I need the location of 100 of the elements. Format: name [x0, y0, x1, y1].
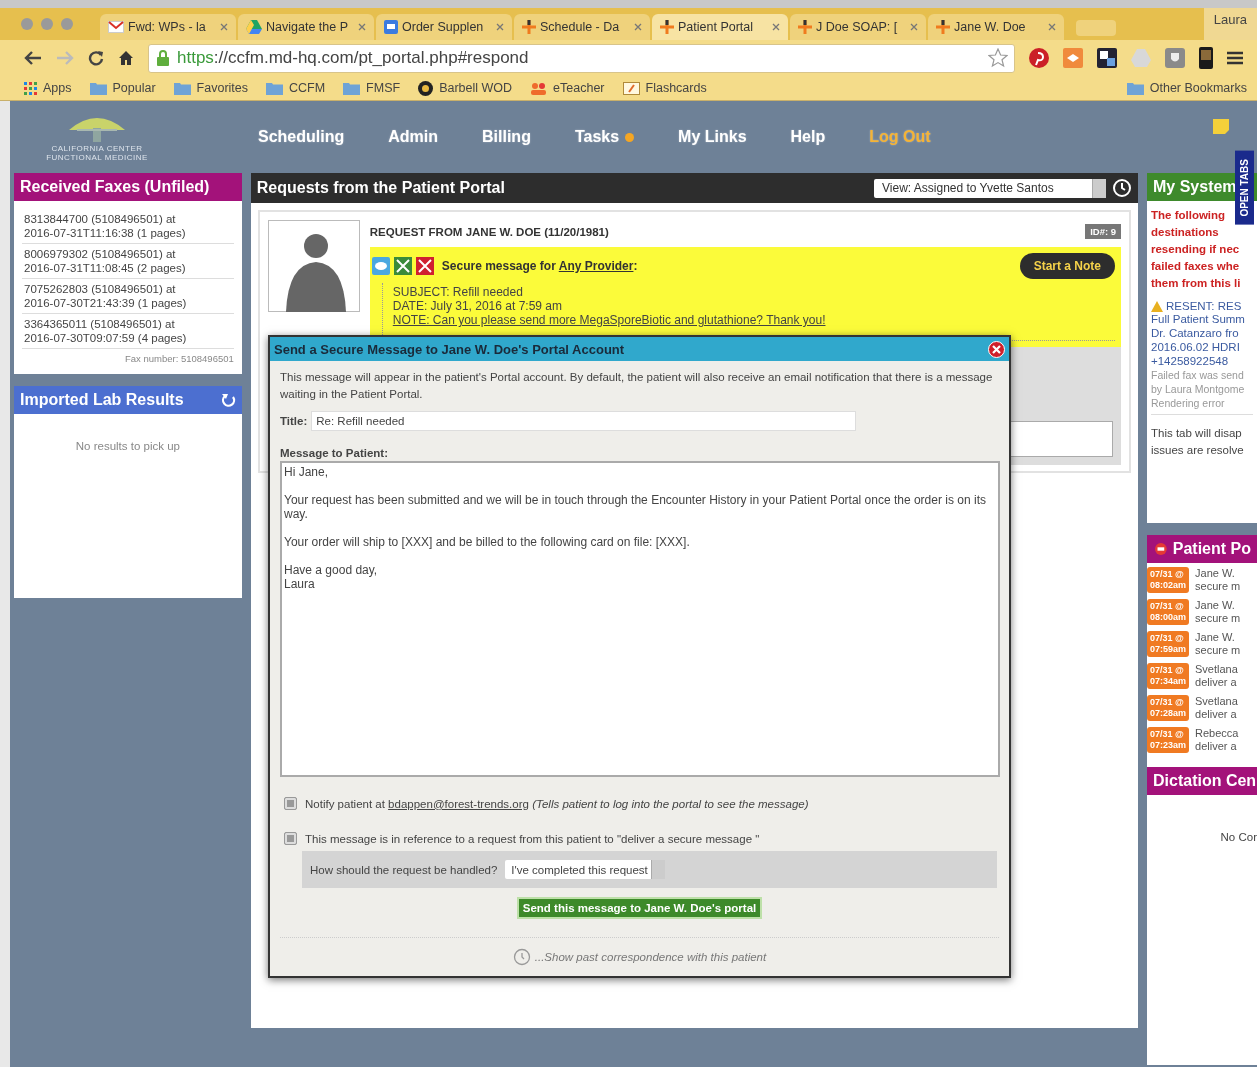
fax-item[interactable]: 8313844700 (5108496501) at 2016-07-31T11:16:38 (1 pages) [22, 209, 234, 244]
checkbox[interactable] [284, 797, 297, 810]
nav-link[interactable]: Admin [388, 128, 438, 146]
home-icon[interactable] [118, 50, 134, 66]
notify-label: Notify patient at bdappen@forest-trends.org (Tells patient to log into the portal to see the message) [305, 797, 809, 810]
portal-item[interactable]: 07/31 @ 07:59am Jane W. secure m [1147, 627, 1257, 659]
portal-item-text: Rebecca deliver a [1195, 727, 1239, 753]
profile-button[interactable]: Laura [1203, 8, 1257, 40]
reference-label: This message is in reference to a request from this patient to "deliver a secure message " [305, 832, 760, 845]
portal-item[interactable]: 07/31 @ 07:34am Svetlana deliver a [1147, 659, 1257, 691]
bookmark[interactable]: Barbell WOD [418, 80, 513, 96]
approve-icon[interactable] [393, 257, 412, 275]
email-link[interactable]: bdappen@forest-trends.org [388, 797, 529, 810]
dialog-title: Send a Secure Message to Jane W. Doe's Portal Account [274, 341, 625, 357]
portal-item-text: Jane W. secure m [1195, 567, 1241, 593]
view-select[interactable]: View: Assigned to Yvette Santos [874, 178, 1106, 198]
refresh-icon[interactable] [220, 392, 236, 408]
bookmark[interactable]: Other Bookmarks [1126, 81, 1247, 95]
browser-tab[interactable]: Order Supplen [376, 14, 512, 40]
bookmark[interactable]: Popular [89, 81, 156, 95]
portal-item[interactable]: 07/31 @ 08:00am Jane W. secure m [1147, 595, 1257, 627]
field-label: How should the request be handled? [310, 863, 498, 876]
start-note-button[interactable]: Start a Note [1019, 253, 1115, 279]
close-icon[interactable] [358, 23, 366, 31]
close-icon[interactable] [496, 23, 504, 31]
browser-tab[interactable]: Fwd: WPs - la [100, 14, 236, 40]
fax-item[interactable]: 8006979302 (5108496501) at 2016-07-31T11:08:45 (2 pages) [22, 244, 234, 279]
portal-item[interactable]: 07/31 @ 08:02am Jane W. secure m [1147, 563, 1257, 595]
nav-link[interactable]: My Links [678, 128, 747, 146]
address-bar[interactable]: https://ccfm.md-hq.com/pt_portal.php#respond [148, 43, 1015, 73]
portal-item-text: Svetlana deliver a [1195, 695, 1238, 721]
bookmark[interactable]: eTeacher [530, 81, 605, 95]
close-icon[interactable] [1048, 23, 1056, 31]
close-icon[interactable] [772, 23, 780, 31]
resent-detail: Full Patient Summ Dr. Catanzaro fro 2016.06.02 HDRI +14258922548 [1151, 312, 1246, 368]
browser-tab[interactable]: Patient Portal [652, 14, 788, 40]
nav-link[interactable]: Help [790, 128, 826, 146]
field-label: Title: [280, 415, 308, 427]
browser-tab[interactable]: Schedule - Da [514, 14, 650, 40]
time-badge: 07/31 @ 07:59am [1147, 631, 1190, 657]
dialog-intro: This message will appear in the patient's Portal account. By default, the patient will also receive an email notification that there is a message waiting in the Patient Portal. [280, 370, 994, 402]
close-icon[interactable] [220, 23, 228, 31]
people-icon [530, 81, 548, 95]
bookmark[interactable]: CCFM [266, 81, 326, 95]
open-tabs-tab[interactable]: OPEN TABS [1235, 151, 1254, 225]
browser-tab[interactable]: J Doe SOAP: [ [790, 14, 926, 40]
bookmark[interactable]: Flashcards [622, 81, 707, 95]
bookmark[interactable]: Favorites [173, 81, 248, 95]
checkbox[interactable] [284, 832, 297, 845]
message-subject: SUBJECT: Refill needed [392, 285, 524, 299]
field-label: Message to Patient: [280, 447, 389, 459]
reject-icon[interactable] [415, 257, 434, 275]
reply-field[interactable] [1009, 421, 1113, 457]
portal-item-text: Svetlana deliver a [1195, 663, 1238, 689]
resent-title: RESENT: RES [1166, 300, 1242, 312]
fax-number: Fax number: 5108496501 [124, 352, 234, 366]
info-text: This tab will disap issues are resolve [1151, 426, 1245, 458]
send-button[interactable]: Send this message to Jane W. Doe's portal [516, 897, 763, 919]
chat-icon[interactable] [371, 257, 390, 275]
browser-tab[interactable]: Navigate the P [238, 14, 374, 40]
handling-select[interactable]: I've completed this request [505, 860, 666, 879]
mail-icon [108, 21, 124, 33]
back-icon[interactable] [24, 51, 42, 65]
past-correspondence-link[interactable]: ...Show past correspondence with this patient [534, 951, 767, 963]
sticky-note-icon[interactable] [1213, 119, 1229, 134]
message-label: Secure message for Any Provider: [441, 259, 639, 273]
resent-error: Failed fax was send by Laura Montgome Rendering error [1151, 368, 1253, 415]
portal-item[interactable]: 07/31 @ 07:28am Svetlana deliver a [1147, 691, 1257, 723]
nav-link[interactable]: Tasks [574, 128, 635, 146]
star-icon[interactable] [988, 48, 1008, 68]
panel-title: Requests from the Patient Portal [256, 179, 506, 197]
empty-message: No Cor [1219, 830, 1257, 843]
provider-link[interactable]: Any Provider [558, 259, 634, 273]
reload-icon[interactable] [88, 50, 104, 66]
nav-link[interactable]: Billing [482, 128, 531, 146]
message-field[interactable]: Hi Jane, Your request has been submitted and we will be in touch through the Encounter History in your Patient Portal once the order is on its way. Your order will ship to [XXX] and be billed to the following card on file: [XXX]. Have a good day, Laura [280, 461, 1000, 777]
extension-icon[interactable] [1063, 48, 1083, 68]
close-icon[interactable] [634, 23, 642, 31]
shield-icon[interactable] [1165, 48, 1185, 68]
message-date: DATE: July 31, 2016 at 7:59 am [392, 299, 563, 313]
lock-icon [157, 50, 169, 66]
title-field[interactable]: Re: Refill needed [311, 411, 857, 431]
notification-dot [625, 133, 635, 142]
close-icon[interactable] [910, 23, 918, 31]
folder-icon [1126, 81, 1144, 95]
document-icon [384, 20, 398, 34]
fax-item[interactable]: 3364365011 (5108496501) at 2016-07-30T09:07:59 (4 pages) [22, 314, 234, 349]
bookmark[interactable]: Apps [24, 81, 72, 95]
fax-item[interactable]: 7075262803 (5108496501) at 2016-07-30T21:43:39 (1 pages) [22, 279, 234, 314]
folder-icon [89, 81, 107, 95]
menu-icon[interactable] [1227, 51, 1243, 65]
pin-icon[interactable] [1029, 48, 1049, 68]
time-badge: 07/31 @ 07:34am [1147, 663, 1190, 689]
folder-icon [173, 81, 191, 95]
nav-link[interactable]: Scheduling [258, 128, 345, 146]
time-badge: 07/31 @ 07:28am [1147, 695, 1190, 721]
portal-item[interactable]: 07/31 @ 07:23am Rebecca deliver a [1147, 723, 1257, 755]
browser-tab[interactable]: Jane W. Doe [928, 14, 1064, 40]
bookmark[interactable]: FMSF [343, 81, 401, 95]
panel-title: Dictation Cen [1147, 767, 1257, 795]
